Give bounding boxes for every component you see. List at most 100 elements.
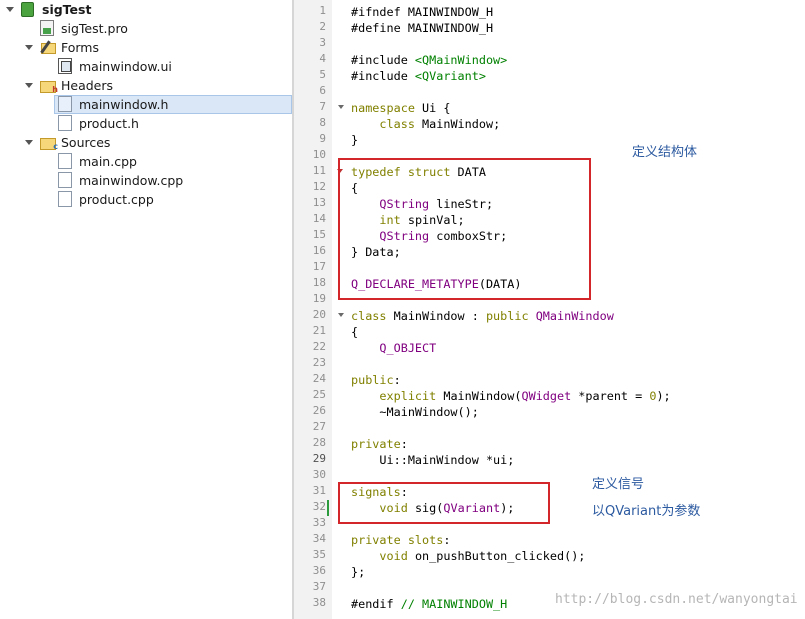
code-line: { <box>351 324 358 340</box>
code-token: struct <box>407 165 451 179</box>
code-token: public <box>485 309 529 323</box>
code-token: <QMainWindow> <box>414 53 508 67</box>
source-file-icon <box>58 153 72 169</box>
line-number: 13 <box>312 196 326 209</box>
code-line: #endif // MAINWINDOW_H <box>351 596 507 612</box>
line-number: 25 <box>312 388 326 401</box>
tree-item-product-h[interactable]: product.h <box>79 114 139 133</box>
line-number: 31 <box>312 484 326 497</box>
code-token: { <box>351 181 359 195</box>
code-token: #include <box>351 69 415 83</box>
expand-arrow-icon[interactable] <box>6 7 14 12</box>
code-token: ); <box>500 501 515 515</box>
fold-marker-icon[interactable] <box>338 313 344 317</box>
line-number: 16 <box>312 244 326 257</box>
code-token: namespace <box>351 101 415 115</box>
change-marker <box>327 500 329 516</box>
tree-item-mainwindow-h[interactable]: mainwindow.h <box>79 95 168 114</box>
code-line: void on_pushButton_clicked(); <box>351 548 585 564</box>
tree-folder-sources[interactable]: Sources <box>61 133 110 152</box>
code-token: comboxStr; <box>429 229 508 243</box>
code-token: #ifndef MAINWINDOW_H <box>351 5 494 19</box>
tree-item-mainwindow-cpp[interactable]: mainwindow.cpp <box>79 171 183 190</box>
code-token: int <box>379 213 401 227</box>
line-number: 12 <box>312 180 326 193</box>
code-token: #include <box>351 53 415 67</box>
source-file-icon <box>58 191 72 207</box>
code-line: void sig(QVariant); <box>351 500 514 516</box>
code-token: slots <box>407 533 444 547</box>
line-number: 8 <box>319 116 326 129</box>
line-number: 23 <box>312 356 326 369</box>
line-number: 37 <box>312 580 326 593</box>
code-token: MainWindow : <box>386 309 486 323</box>
fold-marker-icon[interactable] <box>338 105 344 109</box>
code-token: : <box>443 533 451 547</box>
line-number: 30 <box>312 468 326 481</box>
code-token: QVariant <box>443 501 501 515</box>
code-line: Ui::MainWindow *ui; <box>351 452 514 468</box>
code-token: Q_OBJECT <box>379 341 437 355</box>
header-file-icon <box>58 96 72 112</box>
tree-item-product-cpp[interactable]: product.cpp <box>79 190 154 209</box>
code-token: <QVariant> <box>414 69 486 83</box>
line-number: 33 <box>312 516 326 529</box>
line-number: 2 <box>319 20 326 33</box>
line-number: 14 <box>312 212 326 225</box>
code-token: private <box>351 437 401 451</box>
tree-item-mainwindow-ui[interactable]: mainwindow.ui <box>79 57 172 76</box>
code-line: public: <box>351 372 401 388</box>
code-token: signals <box>351 485 401 499</box>
annotation-define-struct: 定义结构体 <box>632 145 698 160</box>
code-line: { <box>351 180 358 196</box>
tree-item-pro-file[interactable]: sigTest.pro <box>61 19 128 38</box>
line-number: 1 <box>319 4 326 17</box>
line-number: 38 <box>312 596 326 609</box>
expand-arrow-icon[interactable] <box>25 140 33 145</box>
line-number: 26 <box>312 404 326 417</box>
expand-arrow-icon[interactable] <box>25 45 33 50</box>
code-token: QString <box>379 197 430 211</box>
code-token: #define MAINWINDOW_H <box>351 21 494 35</box>
tree-folder-headers[interactable]: Headers <box>61 76 113 95</box>
code-token: }; <box>351 565 366 579</box>
code-line: } <box>351 132 358 148</box>
code-line: ~MainWindow(); <box>351 404 478 420</box>
code-token: QWidget <box>521 389 572 403</box>
tree-project-node[interactable]: sigTest <box>42 0 91 19</box>
code-token: spinVal; <box>400 213 465 227</box>
code-line: QString comboxStr; <box>351 228 507 244</box>
code-line: namespace Ui { <box>351 100 450 116</box>
code-token: void <box>379 501 408 515</box>
watermark: http://blog.csdn.net/wanyongtai <box>555 592 798 607</box>
tree-item-main-cpp[interactable]: main.cpp <box>79 152 137 171</box>
code-token: public <box>351 373 394 387</box>
ui-file-icon <box>58 58 72 74</box>
code-token: : <box>393 373 401 387</box>
expand-arrow-icon[interactable] <box>25 83 33 88</box>
tree-folder-forms[interactable]: Forms <box>61 38 99 57</box>
code-line: #include <QVariant> <box>351 68 486 84</box>
code-line: }; <box>351 564 365 580</box>
pro-file-icon <box>40 20 54 36</box>
code-token: *parent = <box>571 389 650 403</box>
forms-folder-icon <box>40 40 56 54</box>
code-token: : <box>400 437 408 451</box>
line-number: 29 <box>312 452 326 465</box>
code-token: { <box>351 325 359 339</box>
headers-folder-icon: h <box>40 79 58 94</box>
line-number: 19 <box>312 292 326 305</box>
code-line: signals: <box>351 484 408 500</box>
annotation-qvariant-param: 以QVariant为参数 <box>592 504 701 519</box>
code-token: QString <box>379 229 430 243</box>
code-token: MainWindow( <box>436 389 522 403</box>
sources-folder-icon: c <box>40 136 58 151</box>
code-token: lineStr; <box>429 197 494 211</box>
